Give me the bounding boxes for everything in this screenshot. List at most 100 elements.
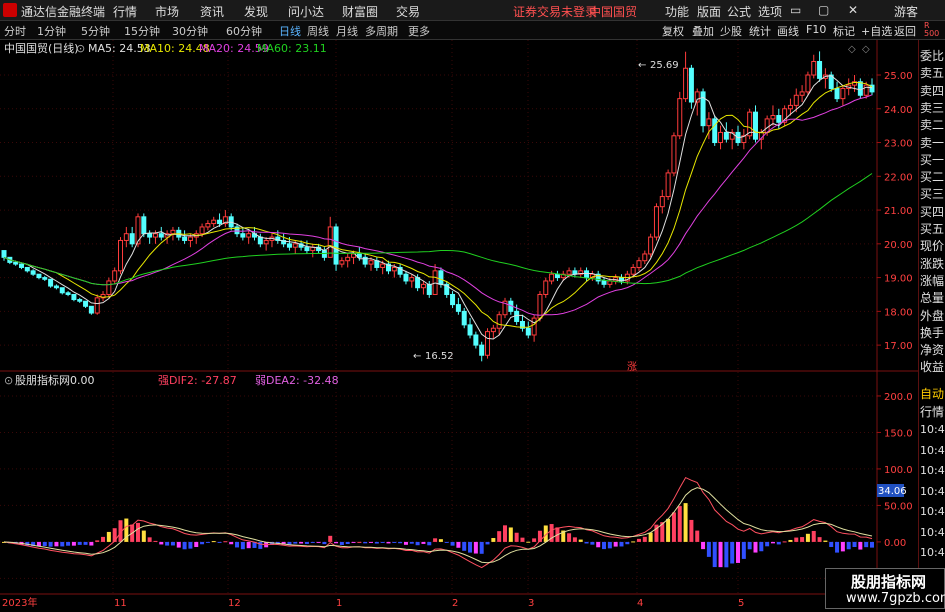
macd-bar — [153, 540, 158, 542]
macd-bar — [217, 541, 222, 543]
side-time-5: 10:45 — [920, 525, 945, 539]
period-multi[interactable]: 多周期 — [365, 23, 398, 39]
price-tick-5: 20.00 — [884, 240, 913, 251]
side-item-3: 卖三 — [920, 100, 945, 115]
app-title: 通达信金融终端 — [21, 5, 106, 19]
btn-fanhui[interactable]: 返回 — [894, 23, 916, 39]
indicator-tick-2: 100.0 — [884, 465, 913, 476]
candle-body — [712, 118, 718, 144]
menu-wenxiaoda[interactable]: 问小达 — [288, 3, 324, 20]
chart-area[interactable]: 中国国贸(日线) ⊙ MA5: 24.53 MA10: 24.48 MA20: … — [0, 40, 918, 609]
btn-huaxian[interactable]: 画线 — [777, 23, 799, 39]
period-60min[interactable]: 60分钟 — [226, 23, 262, 39]
side-mode-1[interactable]: 行情 — [920, 403, 944, 420]
side-time-1: 10:45 — [920, 443, 945, 457]
restore-icon[interactable]: ▢ — [818, 3, 829, 17]
xaxis-2: 2 — [452, 598, 458, 609]
candle-body — [211, 219, 217, 225]
menu-zixun[interactable]: 资讯 — [200, 3, 224, 20]
indicator-toggle-icon[interactable]: ⊙ — [4, 374, 13, 387]
macd-bar — [409, 541, 414, 544]
side-item-10: 买五 — [920, 222, 945, 236]
btn-biaoji[interactable]: 标记 — [833, 23, 855, 39]
candle-body — [345, 256, 351, 262]
guest-label[interactable]: 游客 — [894, 3, 918, 20]
menu-jiaoyi[interactable]: 交易 — [396, 3, 420, 20]
macd-bar — [532, 538, 537, 542]
candle-body — [129, 233, 135, 245]
candle-body — [141, 216, 147, 235]
period-fenshi[interactable]: 分时 — [4, 23, 26, 39]
macd-bar — [835, 541, 840, 553]
btn-shaogu[interactable]: 少股 — [720, 23, 742, 39]
kline-chart[interactable]: 中国国贸(日线) ⊙ MA5: 24.53 MA10: 24.48 MA20: … — [0, 40, 918, 609]
macd-bar — [468, 541, 473, 553]
candle-body — [118, 239, 124, 272]
menu-hangqing[interactable]: 行情 — [113, 3, 137, 20]
side-item-14: 总量 — [920, 291, 945, 306]
macd-bar — [427, 541, 432, 546]
btn-fuquan[interactable]: 复权 — [662, 23, 684, 39]
macd-bar — [415, 541, 420, 546]
macd-bar — [497, 531, 502, 542]
period-5min[interactable]: 5分钟 — [81, 23, 110, 39]
macd-bar — [776, 541, 781, 545]
candle-body — [409, 277, 415, 282]
candle-body — [514, 310, 520, 322]
watermark-line1: 股朋指标网 — [851, 573, 927, 591]
period-weekly[interactable]: 周线 — [307, 23, 329, 39]
candle-body — [53, 285, 59, 289]
macd-bar — [514, 532, 519, 542]
login-notice[interactable]: 证券交易未登录 — [513, 3, 597, 20]
diamond-icon[interactable]: ◇ — [848, 44, 856, 55]
side-item-11: 现价 — [920, 239, 945, 254]
menu-gongneng[interactable]: 功能 — [665, 3, 689, 20]
macd-bar — [334, 541, 339, 544]
price-tick-6: 19.00 — [884, 274, 913, 285]
menu-faxian[interactable]: 发现 — [244, 3, 268, 20]
macd-bar — [642, 536, 647, 542]
period-15min[interactable]: 15分钟 — [124, 23, 160, 39]
macd-bar — [211, 541, 216, 543]
macd-bar — [479, 541, 484, 554]
macd-bar — [870, 541, 874, 548]
btn-diejia[interactable]: 叠加 — [692, 23, 714, 39]
btn-tongji[interactable]: 统计 — [749, 23, 771, 39]
side-mode-0[interactable]: 自动 — [920, 385, 944, 402]
macd-bar — [322, 541, 327, 545]
collapse-icon[interactable]: ◇ — [862, 44, 870, 55]
candle-body — [391, 266, 397, 272]
candle-body — [147, 233, 153, 238]
btn-zixuan[interactable]: +自选 — [861, 23, 892, 39]
app-logo-icon — [3, 3, 17, 17]
btn-f10[interactable]: F10 — [806, 23, 826, 36]
price-tick-1: 24.00 — [884, 105, 913, 116]
period-more[interactable]: 更多 — [408, 23, 430, 39]
macd-bar — [147, 537, 152, 542]
macd-bar — [508, 527, 513, 542]
menu-shichang[interactable]: 市场 — [155, 3, 179, 20]
macd-bar — [176, 541, 181, 548]
candle-body — [18, 263, 24, 268]
close-icon[interactable]: ✕ — [848, 3, 858, 17]
ma-toggle-icon[interactable]: ⊙ — [76, 42, 85, 55]
macd-bar — [683, 503, 688, 542]
candle-body — [48, 278, 54, 287]
period-monthly[interactable]: 月线 — [336, 23, 358, 39]
menu-gongshi[interactable]: 公式 — [727, 3, 751, 20]
high-arrow: ← — [638, 60, 646, 71]
menu-banmian[interactable]: 版面 — [697, 3, 721, 20]
macd-bar — [328, 535, 333, 542]
side-item-8: 买三 — [920, 187, 945, 202]
menu-xuanxiang[interactable]: 选项 — [758, 3, 782, 20]
side-item-4: 卖二 — [920, 118, 945, 133]
xaxis-1: 1 — [336, 598, 342, 609]
macd-bar — [567, 533, 572, 542]
period-daily[interactable]: 日线 — [279, 23, 301, 39]
macd-bar — [823, 540, 828, 542]
menu-caifuquan[interactable]: 财富圈 — [342, 3, 378, 20]
period-1min[interactable]: 1分钟 — [37, 23, 66, 39]
minimize-icon[interactable]: ▭ — [790, 3, 801, 17]
candle-body — [665, 172, 671, 198]
period-30min[interactable]: 30分钟 — [172, 23, 208, 39]
